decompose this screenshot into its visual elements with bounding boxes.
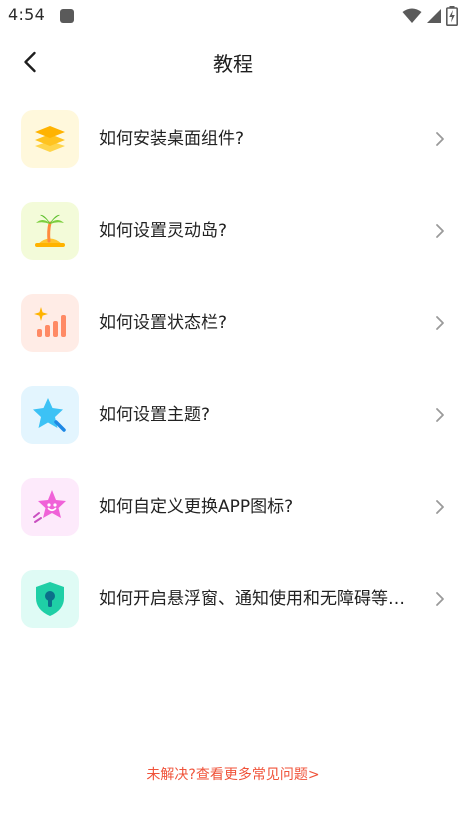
more-faq-link[interactable]: 未解决?查看更多常见问题> xyxy=(0,764,466,784)
chevron-right-icon xyxy=(436,316,444,330)
tutorial-item-install-widgets[interactable]: 如何安装桌面组件? xyxy=(0,94,466,186)
status-bar: 4:54 xyxy=(0,0,466,34)
signal-bars-sparkle-icon xyxy=(34,307,66,337)
tutorial-item-app-icons[interactable]: 如何自定义更换APP图标? xyxy=(0,462,466,554)
signal-icon xyxy=(427,9,441,23)
app-header: 教程 xyxy=(0,34,466,90)
tutorial-item-dynamic-island[interactable]: 如何设置灵动岛? xyxy=(0,186,466,278)
layers-icon xyxy=(35,126,65,152)
page-title: 教程 xyxy=(213,52,253,76)
tutorial-label: 如何自定义更换APP图标? xyxy=(99,497,294,517)
chevron-right-icon xyxy=(436,500,444,514)
shield-keyhole-icon xyxy=(36,582,64,616)
chevron-right-icon xyxy=(436,592,444,606)
chevron-right-icon xyxy=(436,132,444,146)
tutorial-label: 如何设置灵动岛? xyxy=(99,221,228,241)
item-icon-tile xyxy=(21,570,79,628)
item-icon-tile xyxy=(21,202,79,260)
palm-island-icon xyxy=(35,214,65,247)
tutorial-label: 如何设置主题? xyxy=(99,405,211,425)
tutorial-list: 如何安装桌面组件? 如何设置灵动岛? 如何设置状态栏? 如何设置主题? 如何自定… xyxy=(0,94,466,646)
item-icon-tile xyxy=(21,386,79,444)
chevron-right-icon xyxy=(436,224,444,238)
tutorial-label: 如何设置状态栏? xyxy=(99,313,228,333)
notification-icon xyxy=(60,9,74,23)
tutorial-label: 如何开启悬浮窗、通知使用和无障碍等权限? xyxy=(99,589,421,609)
smiling-star-icon xyxy=(33,490,66,523)
status-time: 4:54 xyxy=(8,5,46,24)
wifi-icon xyxy=(402,8,422,23)
tutorial-item-permissions[interactable]: 如何开启悬浮窗、通知使用和无障碍等权限? xyxy=(0,554,466,646)
star-wand-icon xyxy=(33,398,66,432)
item-icon-tile xyxy=(21,478,79,536)
tutorial-label: 如何安装桌面组件? xyxy=(99,129,245,149)
tutorial-item-theme[interactable]: 如何设置主题? xyxy=(0,370,466,462)
status-icons xyxy=(402,6,458,26)
item-icon-tile xyxy=(21,110,79,168)
item-icon-tile xyxy=(21,294,79,352)
battery-charging-icon xyxy=(446,6,458,26)
chevron-right-icon xyxy=(436,408,444,422)
tutorial-item-status-bar[interactable]: 如何设置状态栏? xyxy=(0,278,466,370)
